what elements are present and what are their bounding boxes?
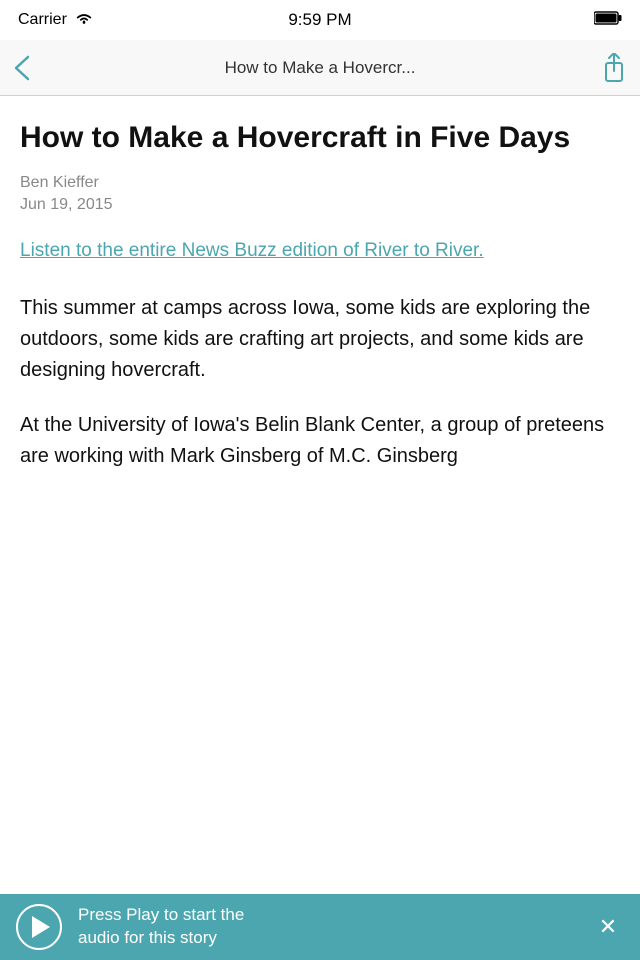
status-right <box>594 11 622 30</box>
carrier-label: Carrier <box>18 11 67 29</box>
close-icon: ✕ <box>599 916 617 938</box>
body-paragraph-2: At the University of Iowa's Belin Blank … <box>20 410 620 472</box>
play-button[interactable] <box>16 904 62 950</box>
play-icon <box>32 916 50 938</box>
status-bar: Carrier 9:59 PM <box>0 0 640 40</box>
status-left: Carrier <box>18 11 93 30</box>
battery-icon <box>594 11 622 30</box>
nav-title: How to Make a Hovercr... <box>58 58 582 78</box>
status-time: 9:59 PM <box>288 10 351 30</box>
close-audio-button[interactable]: ✕ <box>592 911 624 943</box>
audio-text: Press Play to start the audio for this s… <box>78 904 592 950</box>
article-link[interactable]: Listen to the entire News Buzz edition o… <box>20 238 620 265</box>
back-button[interactable] <box>14 55 58 81</box>
share-button[interactable] <box>582 53 626 83</box>
article-title: How to Make a Hovercraft in Five Days <box>20 120 620 156</box>
audio-text-line2: audio for this story <box>78 928 217 947</box>
article-content: How to Make a Hovercraft in Five Days Be… <box>0 96 640 894</box>
audio-text-line1: Press Play to start the <box>78 905 244 924</box>
article-body: This summer at camps across Iowa, some k… <box>20 293 620 472</box>
article-author: Ben Kieffer <box>20 174 620 192</box>
article-date: Jun 19, 2015 <box>20 196 620 214</box>
wifi-icon <box>75 11 93 30</box>
body-paragraph-1: This summer at camps across Iowa, some k… <box>20 293 620 386</box>
audio-bar: Press Play to start the audio for this s… <box>0 894 640 960</box>
nav-bar: How to Make a Hovercr... <box>0 40 640 96</box>
